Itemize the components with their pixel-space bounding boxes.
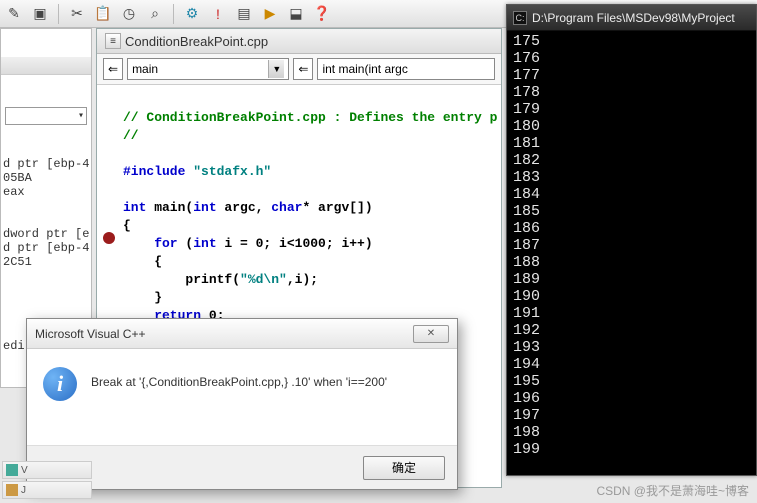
code-line: }	[123, 290, 162, 305]
dialog-title-text: Microsoft Visual C++	[35, 327, 146, 341]
dialog-titlebar[interactable]: Microsoft Visual C++ ✕	[27, 319, 457, 349]
breakpoint-icon[interactable]	[103, 232, 115, 244]
scope-dropdown[interactable]: main ▼	[127, 58, 289, 80]
code-line: //	[123, 128, 139, 143]
function-dropdown-label: int main(int argc	[322, 62, 407, 76]
clock-icon[interactable]: ◷	[119, 4, 139, 24]
run-icon[interactable]: ▶	[260, 4, 280, 24]
tools-icon[interactable]: ⚙	[182, 4, 202, 24]
close-button[interactable]: ✕	[413, 325, 449, 343]
cut-icon[interactable]: ✂	[67, 4, 87, 24]
console-icon: C:	[513, 11, 527, 25]
find-icon[interactable]: ⌕	[145, 4, 165, 24]
console-titlebar[interactable]: C: D:\Program Files\MSDev98\MyProject	[507, 5, 756, 31]
code-line: {	[123, 254, 162, 269]
dialog-message: Break at '{,ConditionBreakPoint.cpp,} .1…	[91, 367, 387, 389]
nav-fwd-button[interactable]: ⇐	[293, 58, 313, 80]
code-line: // ConditionBreakPoint.cpp : Defines the…	[123, 110, 497, 125]
bottom-tabs: V J	[2, 461, 92, 501]
console-title-text: D:\Program Files\MSDev98\MyProject	[532, 11, 735, 25]
bottom-tab-1[interactable]: V	[2, 461, 92, 479]
editor-titlebar: ≡ ConditionBreakPoint.cpp	[97, 29, 501, 54]
debug-icon[interactable]: ⬓	[286, 4, 306, 24]
console-window: C: D:\Program Files\MSDev98\MyProject 17…	[506, 4, 757, 476]
function-dropdown[interactable]: int main(int argc	[317, 58, 495, 80]
code-line: int	[123, 200, 146, 215]
close-icon: ✕	[427, 328, 435, 339]
code-line: #include	[123, 164, 193, 179]
watermark: CSDN @我不是萧海哇~博客	[596, 482, 749, 499]
chevron-down-icon: ▼	[268, 60, 284, 78]
dialog-body: i Break at '{,ConditionBreakPoint.cpp,} …	[27, 349, 457, 419]
editor-nav-row: ⇐ main ▼ ⇐ int main(int argc	[97, 54, 501, 85]
ok-button[interactable]: 确定	[363, 456, 445, 480]
code-line: for	[123, 236, 178, 251]
nav-back-button[interactable]: ⇐	[103, 58, 123, 80]
doc-icon[interactable]: ▤	[234, 4, 254, 24]
error-icon[interactable]: !	[208, 4, 228, 24]
scope-dropdown-label: main	[132, 62, 158, 76]
paste-icon[interactable]: 📋	[93, 4, 113, 24]
panel-address-dropdown[interactable]: ▾	[5, 107, 87, 125]
ok-button-label: 确定	[392, 459, 416, 476]
folder-icon[interactable]: ▣	[30, 4, 50, 24]
panel-header	[1, 57, 91, 75]
bottom-tab-2[interactable]: J	[2, 481, 92, 499]
help-icon[interactable]: ❓	[312, 4, 332, 24]
info-icon: i	[43, 367, 77, 401]
file-icon: ≡	[105, 33, 121, 49]
console-output: 175 176 177 178 179 180 181 182 183 184 …	[507, 31, 756, 471]
wand-icon[interactable]: ✎	[4, 4, 24, 24]
code-line: {	[123, 218, 131, 233]
editor-filename: ConditionBreakPoint.cpp	[125, 34, 268, 49]
code-line: printf(	[123, 272, 240, 287]
